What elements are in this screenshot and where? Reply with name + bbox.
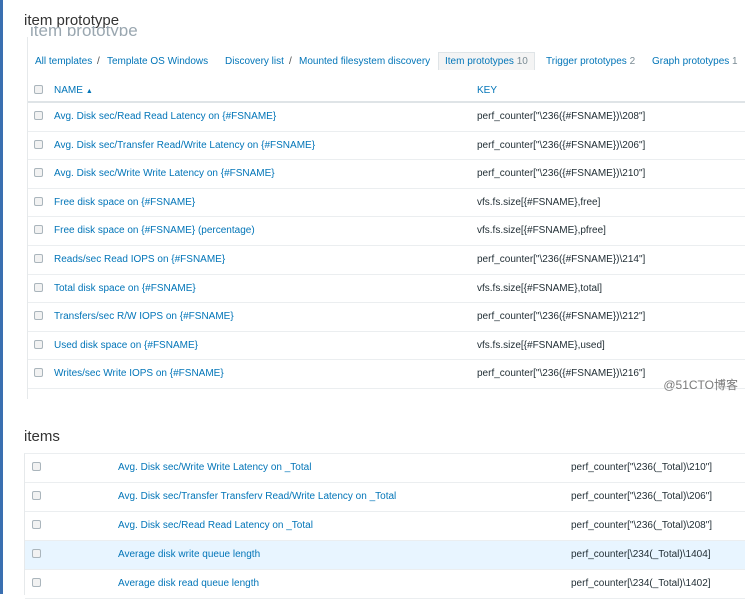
table-row: Writes/sec Write IOPS on {#FSNAME} perf_… (28, 360, 745, 389)
row-checkbox[interactable] (34, 368, 43, 378)
item-name-link[interactable]: Free disk space on {#FSNAME} (percentage… (54, 225, 255, 236)
row-checkbox[interactable] (34, 139, 43, 149)
item-key: perf_counter[\234(_Total)\1404] (571, 549, 711, 560)
item-key: perf_counter["\236({#FSNAME})\208"] (477, 111, 646, 122)
item-name-link[interactable]: Free disk space on {#FSNAME} (54, 197, 195, 208)
item-name-link[interactable]: Avg. Disk sec/Transfer Read/Write Latenc… (54, 140, 315, 151)
item-key: perf_counter["\236({#FSNAME})\210"] (477, 168, 646, 180)
tab-graph-prototypes[interactable]: Graph prototypes 1 (652, 56, 738, 67)
item-name-link[interactable]: Used disk space on {#FSNAME} (54, 340, 198, 351)
row-checkbox[interactable] (32, 491, 41, 500)
item-key: perf_counter["\236(_Total)\206"] (571, 491, 713, 502)
key-column-header[interactable]: KEY (477, 85, 497, 96)
item-name-link[interactable]: Avg. Disk sec/Write Write Latency on {#F… (54, 168, 275, 179)
table-row: Total disk space on {#FSNAME} vfs.fs.siz… (28, 275, 745, 304)
table-row: Transfers/sec R/W IOPS on {#FSNAME} perf… (28, 303, 745, 332)
breadcrumb-discovery-rule[interactable]: Mounted filesystem discovery (299, 56, 430, 67)
item-key: vfs.fs.size[{#FSNAME},pfree] (477, 225, 606, 237)
item-name-link[interactable]: Transfers/sec R/W IOPS on {#FSNAME} (54, 311, 234, 322)
row-checkbox[interactable] (32, 578, 41, 587)
item-name-link[interactable]: Avg. Disk sec/Read Read Latency on _Tota… (118, 520, 313, 531)
breadcrumb-discovery-list[interactable]: Discovery list (225, 56, 284, 67)
tab-item-prototypes-count: 10 (516, 56, 528, 67)
table-header-row: NAME ▲ KEY (28, 80, 745, 103)
item-key: perf_counter["\236({#FSNAME})\216"] (477, 368, 646, 380)
name-header-label: NAME (54, 85, 83, 96)
row-checkbox[interactable] (34, 339, 43, 349)
table-row: Average disk read queue length perf_coun… (25, 570, 745, 599)
breadcrumb-separator: / (289, 56, 292, 67)
table-row: Avg. Disk sec/Read Read Latency on {#FSN… (28, 103, 745, 132)
items-panel: Avg. Disk sec/Write Write Latency on _To… (24, 453, 745, 599)
row-checkbox[interactable] (32, 520, 41, 529)
breadcrumb-all-templates[interactable]: All templates (35, 56, 92, 67)
breadcrumb-template[interactable]: Template OS Windows (107, 56, 208, 67)
item-key: vfs.fs.size[{#FSNAME},free] (477, 196, 601, 208)
table-row: Free disk space on {#FSNAME} vfs.fs.size… (28, 189, 745, 218)
breadcrumb-separator: / (97, 56, 100, 67)
watermark: @51CTO博客 (663, 378, 738, 392)
row-checkbox[interactable] (34, 225, 43, 235)
item-key: perf_counter[\234(_Total)\1402] (571, 578, 711, 589)
row-checkbox[interactable] (34, 196, 43, 206)
item-prototypes-table: NAME ▲ KEY Avg. Disk sec/Read Read Latenc… (28, 80, 745, 389)
select-all-checkbox[interactable] (34, 85, 43, 94)
tab-trigger-prototypes[interactable]: Trigger prototypes 2 (546, 56, 635, 67)
tab-item-prototypes[interactable]: Item prototypes 10 (438, 52, 535, 70)
row-checkbox[interactable] (34, 311, 43, 321)
items-section-title: items (24, 428, 60, 445)
sort-ascending-icon: ▲ (85, 88, 93, 95)
tab-item-prototypes-label: Item prototypes (445, 56, 514, 67)
breadcrumb: All templates / Template OS Windows Disc… (28, 51, 745, 73)
table-row: Avg. Disk sec/Transfer Read/Write Latenc… (28, 132, 745, 161)
table-row: Avg. Disk sec/Transfer Transferv Read/Wr… (25, 483, 745, 512)
row-checkbox[interactable] (34, 282, 43, 292)
row-checkbox[interactable] (34, 253, 43, 263)
table-row: Avg. Disk sec/Read Read Latency on _Tota… (25, 512, 745, 541)
left-accent-bar (0, 0, 3, 594)
table-row: Reads/sec Read IOPS on {#FSNAME} perf_co… (28, 246, 745, 275)
item-name-link[interactable]: Reads/sec Read IOPS on {#FSNAME} (54, 254, 225, 265)
table-row: Average disk write queue length perf_cou… (25, 541, 745, 570)
item-key: vfs.fs.size[{#FSNAME},total] (477, 282, 603, 294)
table-row: Free disk space on {#FSNAME} (percentage… (28, 217, 745, 246)
item-name-link[interactable]: Average disk read queue length (118, 578, 259, 589)
item-key: perf_counter["\236({#FSNAME})\214"] (477, 253, 646, 265)
tab-trigger-prototypes-count: 2 (629, 56, 636, 67)
tab-trigger-prototypes-label: Trigger prototypes (546, 56, 627, 67)
item-name-link[interactable]: Writes/sec Write IOPS on {#FSNAME} (54, 368, 224, 379)
table-row: Avg. Disk sec/Write Write Latency on {#F… (28, 160, 745, 189)
item-key: perf_counter["\236({#FSNAME})\206"] (477, 139, 646, 151)
partial-page-title: item prototype (30, 26, 138, 36)
tab-graph-prototypes-label: Graph prototypes (652, 56, 730, 67)
item-name-link[interactable]: Avg. Disk sec/Write Write Latency on _To… (118, 462, 311, 473)
items-table: Avg. Disk sec/Write Write Latency on _To… (25, 454, 745, 599)
item-key: perf_counter["\236({#FSNAME})\212"] (477, 311, 646, 323)
item-key: vfs.fs.size[{#FSNAME},used] (477, 339, 605, 351)
row-checkbox[interactable] (34, 168, 43, 178)
item-key: perf_counter["\236(_Total)\210"] (571, 462, 713, 473)
item-name-link[interactable]: Total disk space on {#FSNAME} (54, 283, 196, 294)
item-name-link[interactable]: Average disk write queue length (118, 549, 260, 560)
row-checkbox[interactable] (32, 462, 41, 471)
item-name-link[interactable]: Avg. Disk sec/Read Read Latency on {#FSN… (54, 111, 276, 122)
item-key: perf_counter["\236(_Total)\208"] (571, 520, 713, 531)
name-column-header[interactable]: NAME ▲ (54, 85, 93, 96)
row-checkbox[interactable] (34, 111, 43, 120)
tab-graph-prototypes-count: 1 (732, 56, 738, 67)
row-checkbox[interactable] (32, 549, 41, 558)
table-row: Avg. Disk sec/Write Write Latency on _To… (25, 454, 745, 483)
item-prototypes-panel: All templates / Template OS Windows Disc… (27, 37, 745, 399)
table-row: Used disk space on {#FSNAME} vfs.fs.size… (28, 332, 745, 361)
item-name-link[interactable]: Avg. Disk sec/Transfer Transferv Read/Wr… (118, 491, 396, 502)
